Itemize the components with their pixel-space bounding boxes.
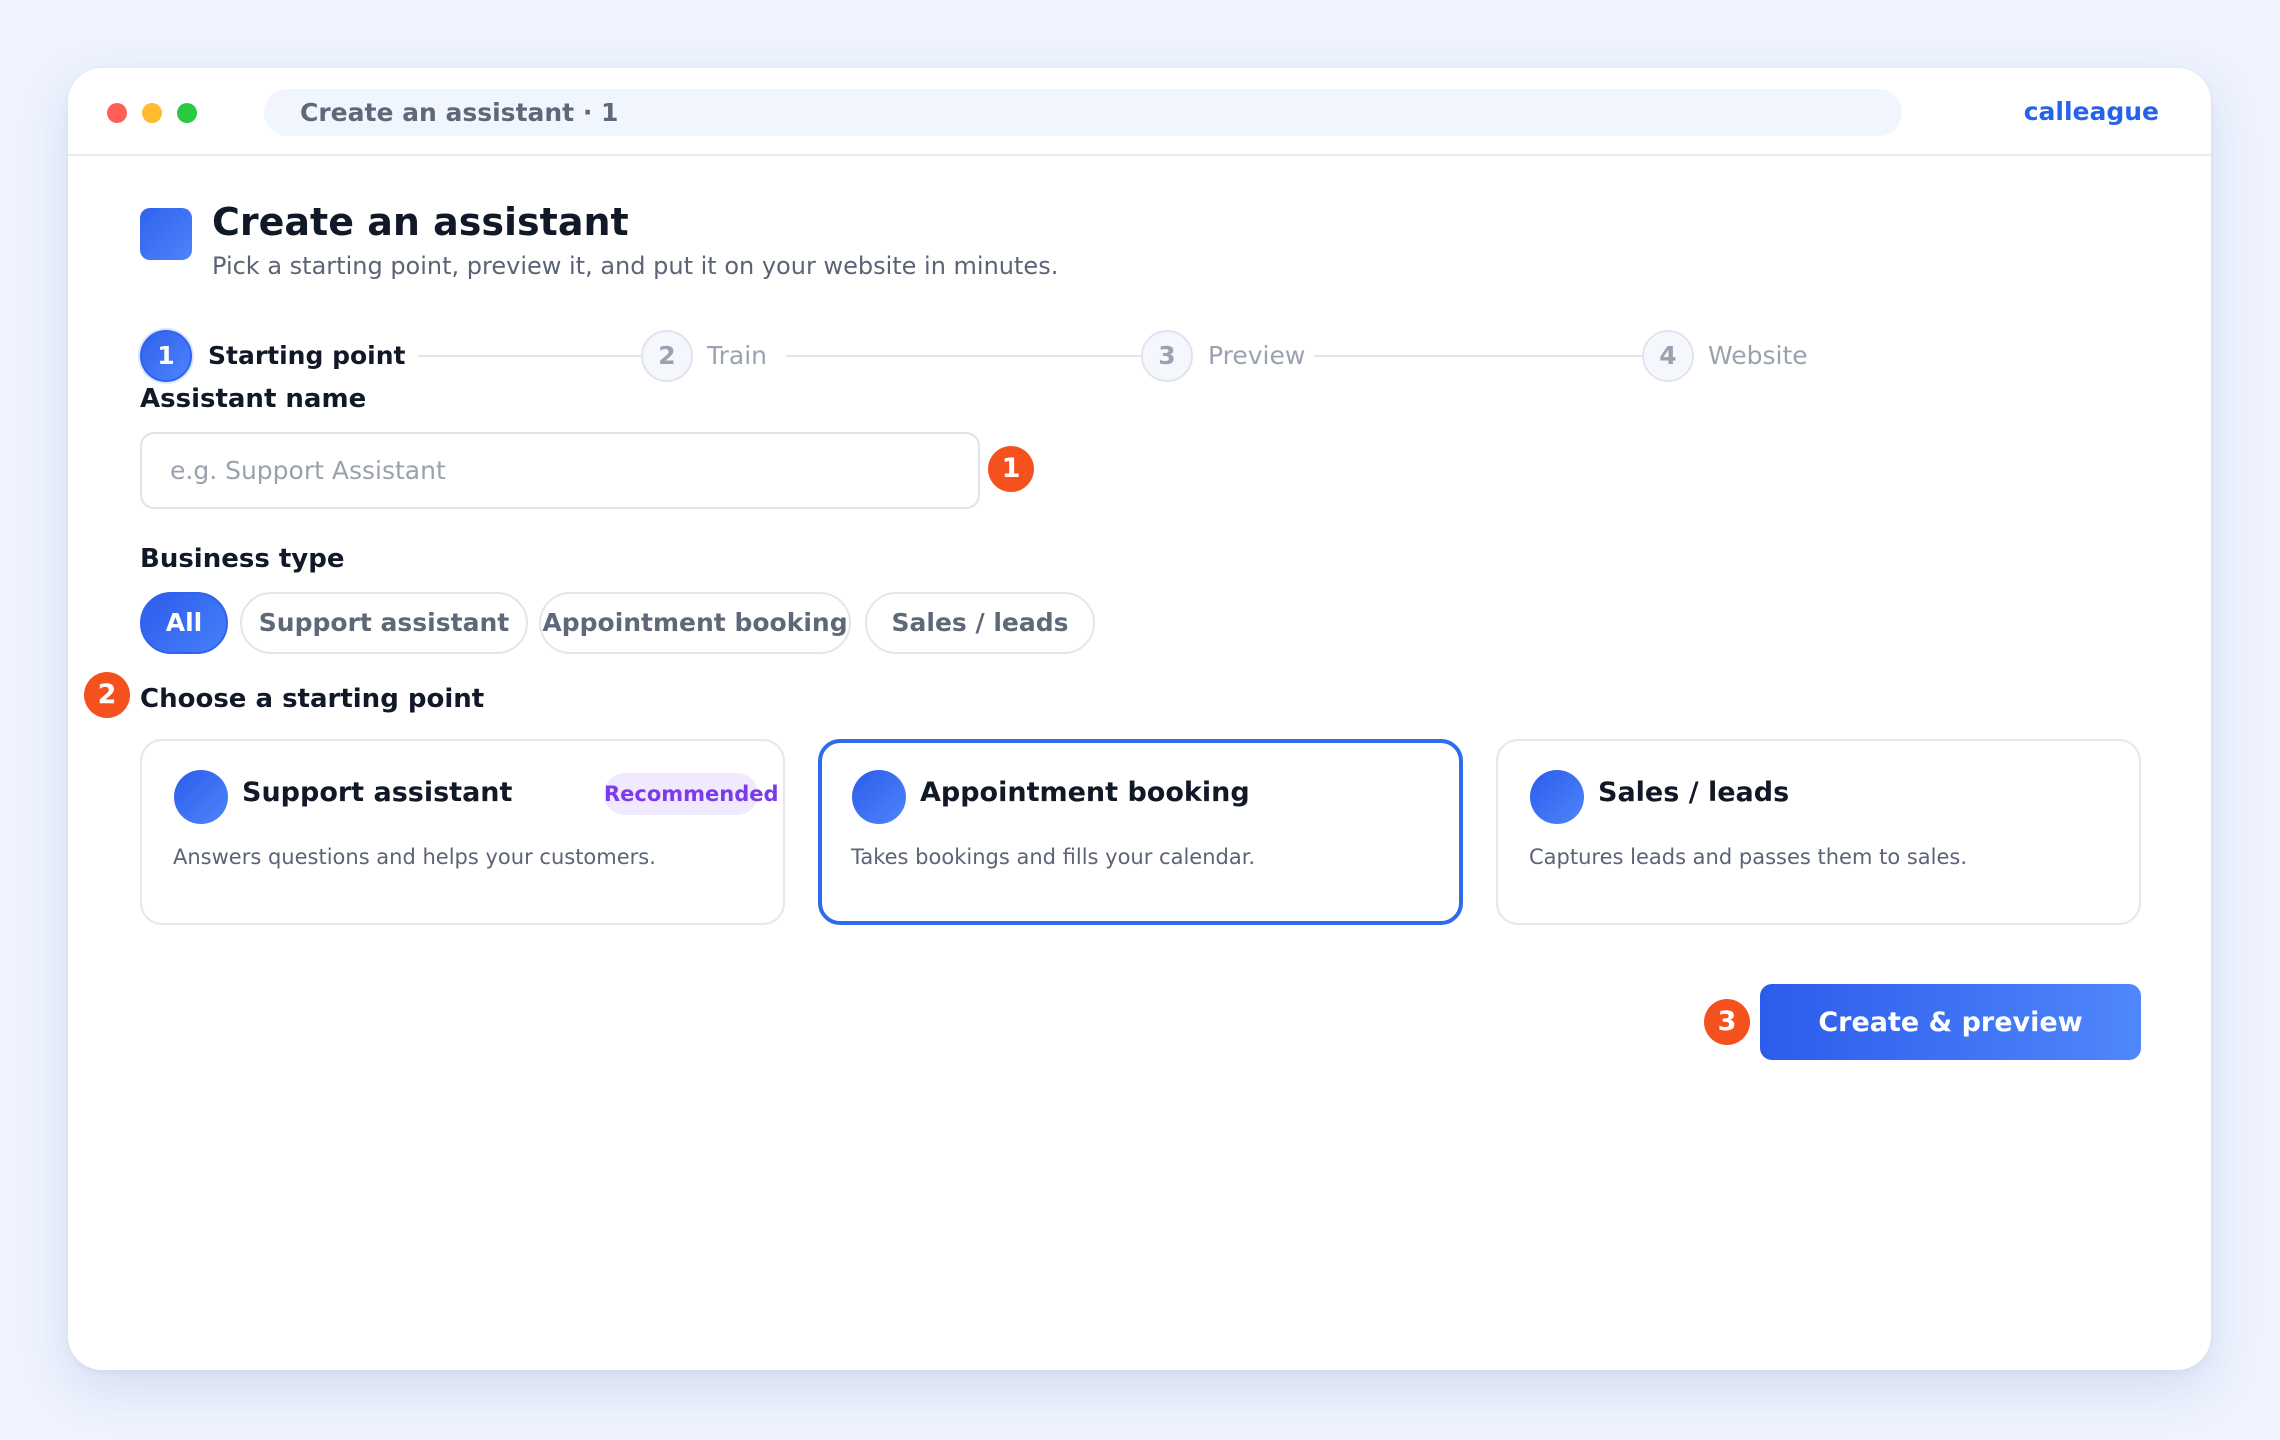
page-title: Create an assistant [212, 200, 629, 244]
address-bar[interactable]: Create an assistant · 1 [264, 89, 1902, 136]
business-type-label: Business type [140, 544, 345, 574]
card-title: Support assistant [242, 777, 513, 808]
step-4-number: 4 [1642, 330, 1694, 382]
brand-name: calleague [2023, 97, 2159, 126]
starting-point-card-sales[interactable]: Sales / leads Captures leads and passes … [1496, 739, 2141, 925]
starting-point-label: Choose a starting point [140, 684, 485, 714]
close-window-dot[interactable] [107, 103, 127, 123]
step-2-label: Train [707, 341, 767, 370]
step-marker-1: 1 [988, 446, 1034, 492]
filter-pill-support-assistant[interactable]: Support assistant [240, 592, 528, 654]
title-bar: Create an assistant · 1 calleague [68, 68, 2211, 156]
step-1-label: Starting point [208, 341, 406, 370]
starting-point-card-appointment[interactable]: Appointment booking Takes bookings and f… [818, 739, 1463, 925]
filter-pill-sales-leads[interactable]: Sales / leads [865, 592, 1095, 654]
starting-point-card-support[interactable]: Support assistant Recommended Answers qu… [140, 739, 785, 925]
filter-pill-all[interactable]: All [140, 592, 228, 654]
assistant-name-label: Assistant name [140, 384, 367, 414]
filter-pill-appointment-booking[interactable]: Appointment booking [539, 592, 851, 654]
sales-leads-icon [1530, 770, 1584, 824]
card-description: Takes bookings and fills your calendar. [851, 845, 1256, 869]
card-title: Sales / leads [1598, 777, 1790, 808]
step-marker-2: 2 [84, 672, 130, 718]
maximize-window-dot[interactable] [177, 103, 197, 123]
step-connector [786, 355, 1192, 357]
step-4-label: Website [1708, 341, 1808, 370]
step-3-label: Preview [1208, 341, 1306, 370]
minimize-window-dot[interactable] [142, 103, 162, 123]
recommended-badge: Recommended [604, 773, 779, 815]
card-description: Captures leads and passes them to sales. [1529, 845, 1968, 869]
appointment-booking-icon [852, 770, 906, 824]
card-title: Appointment booking [920, 777, 1250, 808]
step-3-number: 3 [1141, 330, 1193, 382]
support-assistant-icon [174, 770, 228, 824]
app-window: Create an assistant · 1 calleague Create… [68, 68, 2211, 1370]
step-1-number: 1 [140, 330, 192, 382]
create-and-preview-button[interactable]: Create & preview [1760, 984, 2141, 1060]
step-2-number: 2 [641, 330, 693, 382]
assistant-name-input[interactable] [140, 432, 980, 509]
step-marker-3: 3 [1704, 999, 1750, 1045]
card-description: Answers questions and helps your custome… [173, 845, 656, 869]
step-connector [1314, 355, 1693, 357]
page-subtitle: Pick a starting point, preview it, and p… [212, 252, 1059, 280]
app-logo-icon [140, 208, 192, 260]
